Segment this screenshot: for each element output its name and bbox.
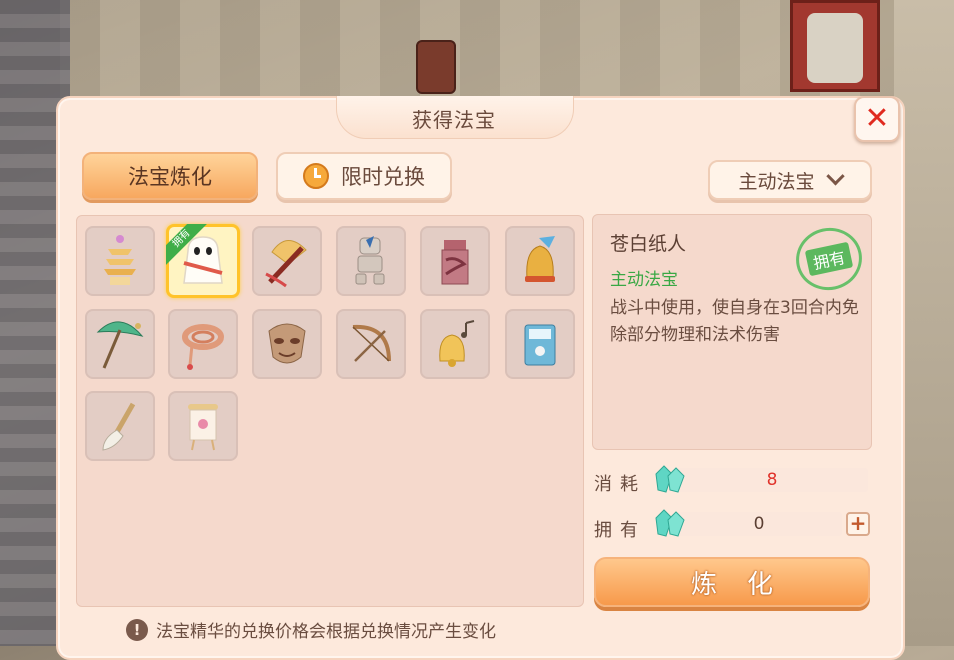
item-name: 苍白纸人 bbox=[610, 233, 687, 255]
notice: ! 法宝精华的兑换价格会根据兑换情况产生变化 bbox=[126, 617, 496, 642]
item-slot-scroll[interactable] bbox=[168, 391, 238, 461]
add-essence-button[interactable]: + bbox=[846, 512, 870, 536]
golden-bell-icon bbox=[439, 320, 475, 367]
dropdown-value: 主动法宝 bbox=[738, 170, 815, 193]
dialog-title: 获得法宝 bbox=[412, 108, 496, 132]
notice-text: 法宝精华的兑换价格会根据兑换情况产生变化 bbox=[156, 622, 496, 642]
item-slot-paper-figure[interactable]: 拥有 bbox=[166, 224, 240, 298]
tab-refine[interactable]: 法宝炼化 bbox=[82, 152, 258, 200]
item-slot-pagoda[interactable] bbox=[85, 226, 155, 296]
background-shrine bbox=[790, 0, 880, 92]
item-slot-rope[interactable] bbox=[168, 309, 238, 379]
cost-value: 8 bbox=[766, 470, 778, 490]
item-slot-fan-sword[interactable] bbox=[252, 226, 322, 296]
item-slot-umbrella[interactable] bbox=[85, 309, 155, 379]
owned-label: 拥有 bbox=[594, 520, 646, 541]
item-slot-bow[interactable] bbox=[336, 309, 406, 379]
umbrella-icon bbox=[96, 321, 144, 369]
item-slot-bell[interactable] bbox=[505, 226, 575, 296]
crystal-essence-icon bbox=[655, 465, 685, 493]
background-scenery-top bbox=[60, 0, 900, 100]
cost-label: 消耗 bbox=[594, 474, 646, 495]
refine-button-label: 炼化 bbox=[690, 569, 803, 600]
scroll-icon bbox=[188, 404, 218, 451]
warning-icon: ! bbox=[126, 618, 148, 641]
refine-button[interactable]: 炼化 bbox=[594, 557, 870, 607]
close-button[interactable]: ✕ bbox=[854, 96, 900, 142]
pagoda-icon bbox=[104, 235, 136, 285]
stopwatch-icon bbox=[303, 163, 329, 189]
item-type: 主动法宝 bbox=[610, 270, 678, 290]
chevron-down-icon bbox=[825, 166, 845, 185]
tab-label: 法宝炼化 bbox=[128, 165, 212, 189]
bow-icon bbox=[352, 324, 391, 362]
item-slot-box[interactable] bbox=[420, 226, 490, 296]
rope-icon bbox=[182, 324, 224, 370]
type-filter-dropdown[interactable]: 主动法宝 bbox=[708, 160, 872, 200]
owned-value-bar: 0 bbox=[676, 512, 842, 536]
fan-sword-icon bbox=[265, 240, 307, 288]
mask-icon bbox=[268, 323, 306, 364]
item-slot-mask[interactable] bbox=[252, 309, 322, 379]
item-description: 战斗中使用，使自身在3回合内免除部分物理和法术伤害 bbox=[610, 298, 859, 345]
crystal-essence-icon bbox=[655, 509, 685, 537]
puppet-icon bbox=[355, 236, 385, 285]
cost-value-bar: 8 bbox=[676, 468, 868, 492]
close-icon: ✕ bbox=[864, 101, 890, 136]
item-slot-golden-bell[interactable] bbox=[420, 309, 490, 379]
item-slot-book[interactable] bbox=[505, 309, 575, 379]
owned-stamp-label: 拥有 bbox=[804, 241, 854, 277]
item-slot-brush[interactable] bbox=[85, 391, 155, 461]
tab-label: 限时兑换 bbox=[341, 165, 425, 189]
tab-timed-exchange[interactable]: 限时兑换 bbox=[276, 152, 452, 200]
item-slot-puppet[interactable] bbox=[336, 226, 406, 296]
owned-value: 0 bbox=[753, 514, 765, 534]
brush-icon bbox=[102, 402, 136, 451]
book-icon bbox=[524, 324, 556, 366]
box-icon bbox=[441, 240, 469, 285]
background-lantern bbox=[416, 40, 456, 94]
bell-icon bbox=[525, 236, 555, 282]
owned-ribbon: 拥有 bbox=[166, 224, 208, 266]
